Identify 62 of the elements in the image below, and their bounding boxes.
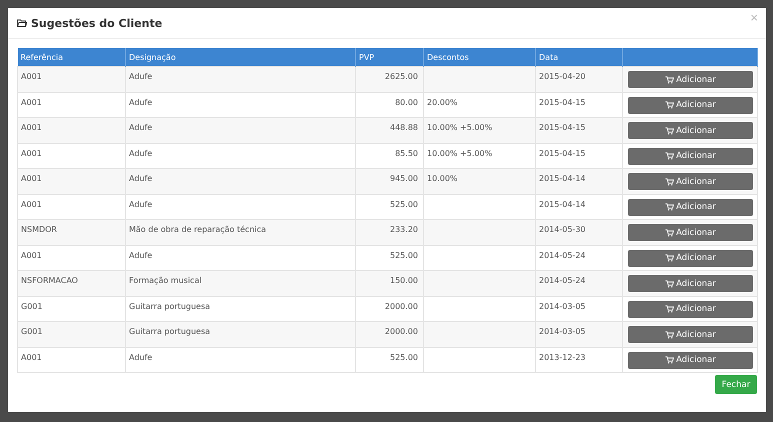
table-cell: Adufe — [126, 168, 356, 194]
cart-icon — [665, 152, 674, 160]
table-cell: Mão de obra de reparação técnica — [126, 220, 356, 245]
table-cell: 2014-03-05 — [536, 322, 622, 347]
close-button[interactable]: Fechar — [715, 375, 757, 394]
cart-icon — [665, 126, 674, 134]
table-cell: A001 — [18, 118, 126, 143]
table-cell: 448.88 — [356, 118, 424, 143]
table-cell: 10.00% — [424, 168, 536, 194]
folder-icon — [17, 19, 27, 27]
cart-icon — [665, 254, 674, 262]
add-button[interactable]: Adicionar — [628, 96, 753, 114]
table-cell: 10.00% +5.00% — [424, 118, 536, 143]
add-button[interactable]: Adicionar — [628, 300, 753, 318]
table-cell: Adufe — [126, 347, 356, 372]
table-cell: A001 — [18, 168, 126, 194]
cart-icon — [665, 330, 674, 338]
add-button[interactable]: Adicionar — [628, 250, 753, 266]
table-cell: 150.00 — [356, 270, 424, 296]
modal-title: Sugestões do Cliente — [31, 16, 162, 30]
cart-icon — [665, 76, 674, 84]
cart-icon — [665, 305, 674, 313]
table-cell: Adufe — [126, 118, 356, 143]
cart-icon — [665, 203, 674, 211]
cart-icon — [665, 101, 674, 109]
add-button[interactable]: Adicionar — [628, 198, 753, 216]
table-cell: Adufe — [126, 66, 356, 92]
table-cell: 2015-04-15 — [536, 118, 622, 143]
add-button[interactable]: Adicionar — [628, 173, 753, 190]
table-cell: 2015-04-14 — [536, 168, 622, 194]
table-cell: Formação musical — [126, 270, 356, 296]
add-button[interactable]: Adicionar — [628, 71, 753, 88]
table-cell: A001 — [18, 347, 126, 372]
table-cell: G001 — [18, 322, 126, 347]
table-cell: 2015-04-20 — [536, 66, 622, 92]
table-cell: 2014-05-24 — [536, 270, 622, 296]
add-button[interactable]: Adicionar — [628, 352, 753, 368]
table-cell: Guitarra portuguesa — [126, 322, 356, 347]
table-cell: NSMDOR — [18, 220, 126, 245]
add-button[interactable]: Adicionar — [628, 122, 753, 139]
column-header: Data — [536, 48, 622, 66]
add-button[interactable]: Adicionar — [628, 275, 753, 292]
cart-icon — [665, 178, 674, 186]
column-header: Descontos — [424, 48, 536, 66]
table-cell: 945.00 — [356, 168, 424, 194]
add-button[interactable]: Adicionar — [628, 224, 753, 241]
table-cell: A001 — [18, 66, 126, 92]
table-cell: 2014-05-30 — [536, 220, 622, 245]
column-header: Designação — [126, 48, 356, 66]
column-header: Referência — [18, 48, 126, 66]
column-header: PVP — [356, 48, 424, 66]
table-cell: 525.00 — [356, 347, 424, 372]
cart-icon — [665, 280, 674, 288]
table-cell: NSFORMACAO — [18, 270, 126, 296]
add-button[interactable]: Adicionar — [628, 148, 753, 164]
cart-icon — [665, 356, 674, 364]
table-cell: 2625.00 — [356, 66, 424, 92]
cart-icon — [665, 228, 674, 236]
add-button[interactable]: Adicionar — [628, 326, 753, 343]
table-cell: 233.20 — [356, 220, 424, 245]
table-cell: 2000.00 — [356, 322, 424, 347]
table-cell: 2013-12-23 — [536, 347, 622, 372]
